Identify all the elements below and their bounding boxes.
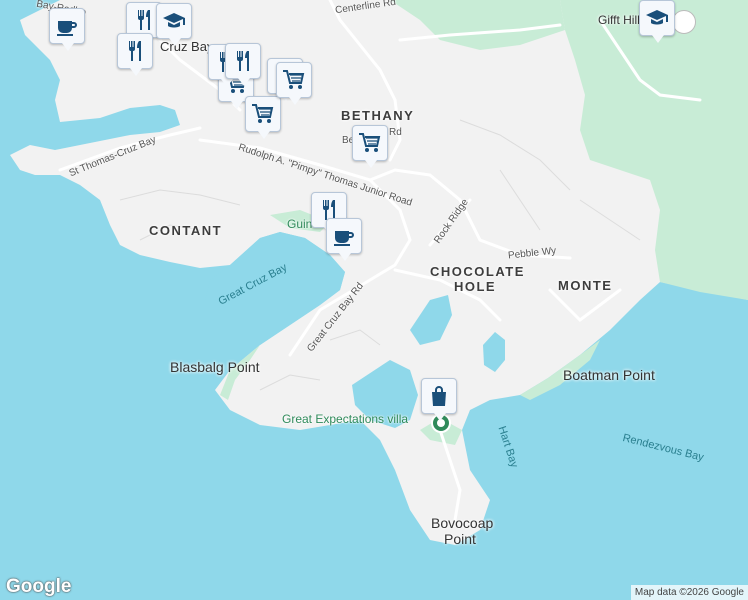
point-label-boatman: Boatman Point — [563, 367, 655, 383]
school-marker-2[interactable] — [639, 0, 675, 43]
poi-label-guin[interactable]: Guin — [287, 218, 312, 230]
grocery-marker-2[interactable] — [245, 96, 281, 139]
place-label-bethany: BETHANY — [341, 108, 415, 123]
grocery-marker-3[interactable] — [276, 62, 312, 105]
place-label-contant: CONTANT — [149, 223, 223, 238]
map-base-layer — [0, 0, 748, 600]
grocery-marker-4[interactable] — [352, 125, 388, 168]
map-canvas[interactable]: BETHANY CONTANT CHOCOLATE HOLE MONTE Cru… — [0, 0, 748, 600]
coffee-marker-2[interactable] — [326, 218, 362, 261]
road-label-bethany-rd-b: Rd — [389, 127, 402, 138]
school-marker-1[interactable] — [156, 3, 192, 46]
gifft-hill-school-pin-icon — [672, 10, 696, 34]
point-label-bovocoap-line2: Point — [444, 531, 476, 547]
point-label-blasbalg: Blasbalg Point — [170, 359, 260, 375]
poi-label-great-expectations[interactable]: Great Expectations villa — [282, 413, 408, 425]
map-attribution[interactable]: Map data ©2026 Google — [630, 585, 748, 600]
coffee-marker-1[interactable] — [49, 8, 85, 51]
shopping-bag-marker[interactable] — [421, 378, 457, 421]
place-label-chocolate-hole: CHOCOLATE HOLE — [430, 264, 525, 294]
point-label-bovocoap-line1: Bovocoap — [431, 515, 494, 531]
restaurant-marker-4[interactable] — [225, 43, 261, 86]
google-logo: Google — [6, 576, 72, 597]
place-label-monte: MONTE — [558, 278, 613, 293]
restaurant-marker-2[interactable] — [117, 33, 153, 76]
